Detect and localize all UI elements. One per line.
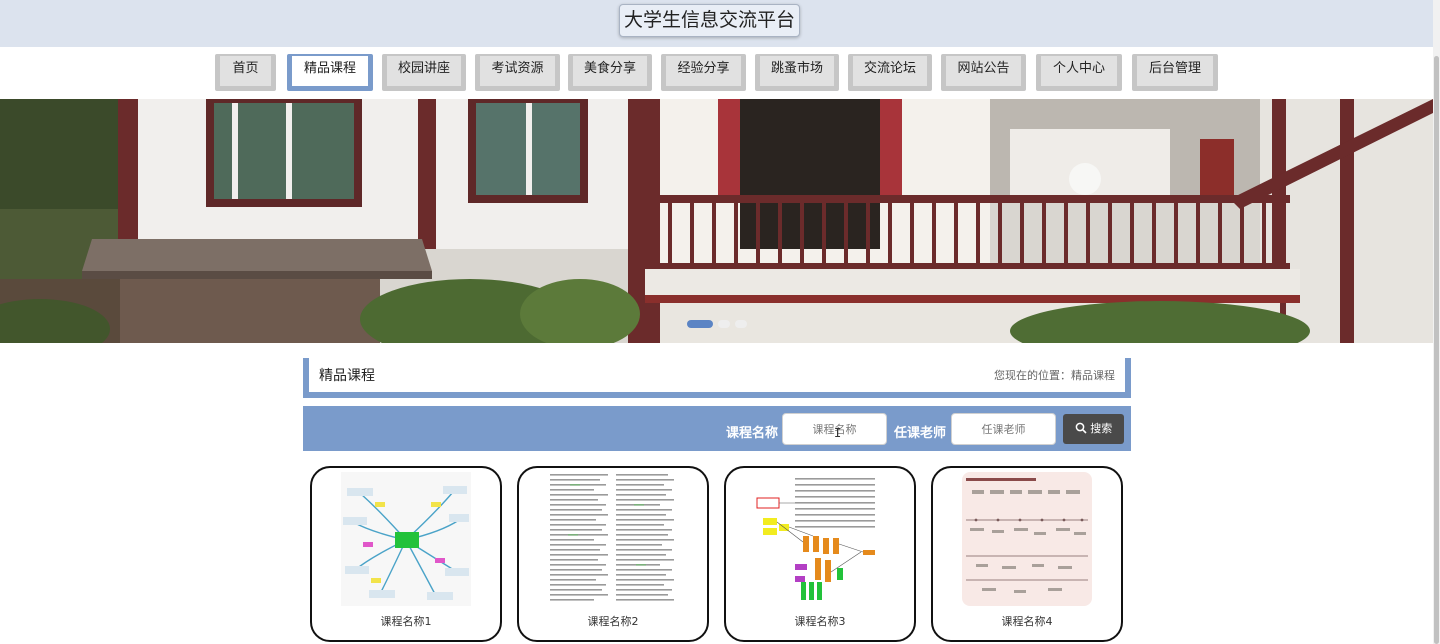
nav-item-profile[interactable]: 个人中心 xyxy=(1036,54,1122,91)
nav-item-forum[interactable]: 交流论坛 xyxy=(848,54,932,91)
nav-item-exam-resources[interactable]: 考试资源 xyxy=(475,54,560,91)
text-cursor-icon: I xyxy=(834,426,842,440)
course-thumbnail-text-list xyxy=(548,472,678,606)
search-button[interactable]: 搜索 xyxy=(1063,414,1124,444)
scrollbar-thumb[interactable] xyxy=(1434,56,1439,644)
nav-item-admin[interactable]: 后台管理 xyxy=(1132,54,1218,91)
course-card-label: 课程名称1 xyxy=(380,615,432,628)
teacher-input[interactable] xyxy=(951,413,1056,445)
course-thumbnail-timeline xyxy=(962,472,1092,606)
carousel-dot-1[interactable] xyxy=(687,320,713,328)
carousel-dot-3[interactable] xyxy=(735,320,747,328)
search-icon xyxy=(1075,422,1087,434)
course-card-1[interactable]: 课程名称1 xyxy=(310,466,502,642)
nav-item-flea-market[interactable]: 跳蚤市场 xyxy=(755,54,839,91)
course-thumbnail-mindmap xyxy=(341,472,471,606)
banner-image[interactable] xyxy=(0,99,1433,343)
section-title: 精品课程 xyxy=(319,368,375,384)
nav-item-lectures[interactable]: 校园讲座 xyxy=(382,54,466,91)
course-card-label: 课程名称4 xyxy=(1001,615,1053,628)
nav-item-food[interactable]: 美食分享 xyxy=(568,54,652,91)
course-card-4[interactable]: 课程名称4 xyxy=(931,466,1123,642)
nav-item-home[interactable]: 首页 xyxy=(215,54,276,91)
site-title: 大学生信息交流平台 xyxy=(619,4,800,37)
course-card-label: 课程名称3 xyxy=(794,615,846,628)
course-thumbnail-flowchart xyxy=(755,472,885,606)
nav-item-experience[interactable]: 经验分享 xyxy=(661,54,746,91)
search-bar: 课程名称 任课老师 搜索 xyxy=(303,406,1131,451)
page: 大学生信息交流平台 首页 精品课程 校园讲座 考试资源 美食分享 经验分享 跳蚤… xyxy=(0,0,1440,644)
teacher-label: 任课老师 xyxy=(894,426,947,441)
nav-item-courses[interactable]: 精品课程 xyxy=(287,54,373,91)
banner-house-illustration xyxy=(0,99,1433,343)
course-card-2[interactable]: 课程名称2 xyxy=(517,466,709,642)
course-name-label: 课程名称 xyxy=(726,426,779,441)
carousel-dot-2[interactable] xyxy=(718,320,730,328)
section-header: 精品课程 您现在的位置：精品课程 xyxy=(303,358,1131,398)
breadcrumb: 您现在的位置：精品课程 xyxy=(994,369,1115,382)
course-card-label: 课程名称2 xyxy=(587,615,639,628)
search-button-label: 搜索 xyxy=(1090,422,1113,435)
course-card-3[interactable]: 课程名称3 xyxy=(724,466,916,642)
nav-item-announcements[interactable]: 网站公告 xyxy=(941,54,1026,91)
